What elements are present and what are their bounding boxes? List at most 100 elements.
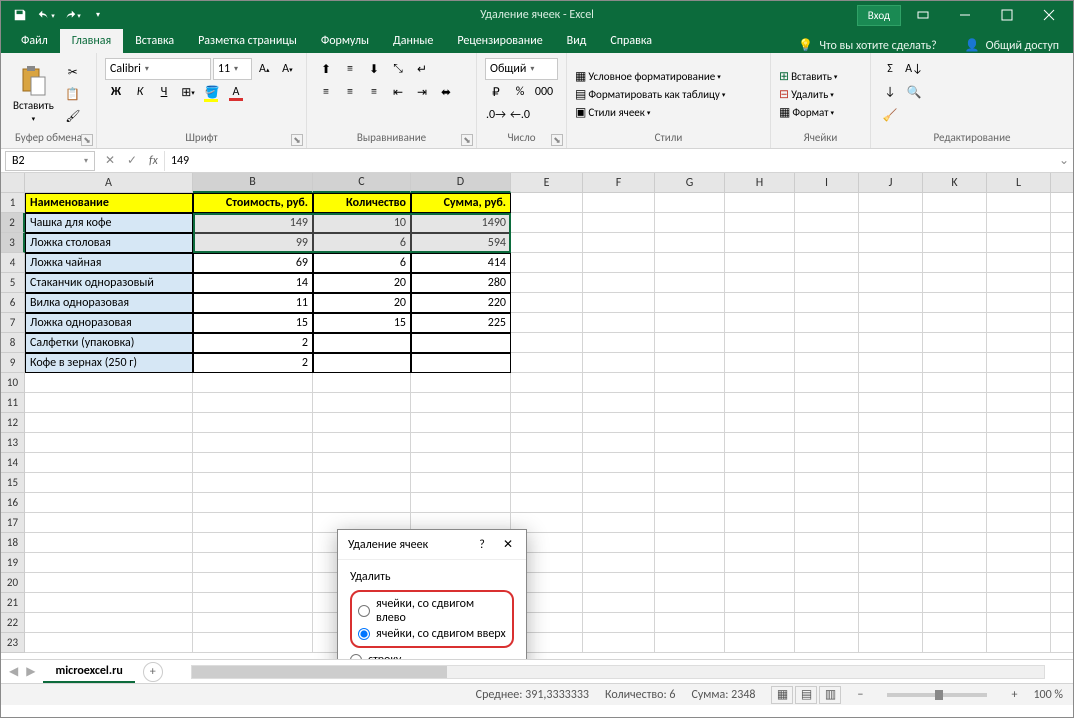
cell[interactable]: 149: [193, 213, 313, 233]
cell[interactable]: [923, 333, 987, 353]
column-header[interactable]: M: [1051, 173, 1073, 193]
cell[interactable]: [859, 633, 923, 653]
horizontal-scrollbar[interactable]: [191, 665, 1045, 679]
ribbon-options-icon[interactable]: [903, 1, 943, 29]
cell[interactable]: [511, 393, 583, 413]
cell[interactable]: [725, 333, 795, 353]
cell[interactable]: [583, 353, 655, 373]
cell[interactable]: [655, 233, 725, 253]
minimize-icon[interactable]: [945, 1, 985, 29]
cell[interactable]: [1051, 573, 1073, 593]
cell[interactable]: [795, 473, 859, 493]
maximize-icon[interactable]: [987, 1, 1027, 29]
dialog-close-icon[interactable]: ✕: [500, 537, 516, 553]
insert-cells-button[interactable]: ⊞Вставить▾: [779, 69, 862, 84]
row-header[interactable]: 4: [1, 253, 25, 273]
cell[interactable]: 280: [411, 273, 511, 293]
cell[interactable]: [25, 393, 193, 413]
align-left-icon[interactable]: ≡: [315, 81, 337, 103]
row-header[interactable]: 16: [1, 493, 25, 513]
cell[interactable]: [1051, 593, 1073, 613]
cell[interactable]: [583, 413, 655, 433]
cell[interactable]: [987, 213, 1051, 233]
cell[interactable]: [193, 493, 313, 513]
expand-formula-icon[interactable]: ⌄: [1055, 153, 1073, 168]
cell[interactable]: [583, 313, 655, 333]
cell[interactable]: [655, 613, 725, 633]
cell[interactable]: [655, 453, 725, 473]
cell[interactable]: [987, 473, 1051, 493]
cell[interactable]: [987, 633, 1051, 653]
cell[interactable]: [725, 593, 795, 613]
cell[interactable]: [795, 633, 859, 653]
cell[interactable]: [725, 573, 795, 593]
cell[interactable]: 11: [193, 293, 313, 313]
font-size-combo[interactable]: 11▾: [213, 58, 252, 80]
bold-button[interactable]: Ж: [105, 81, 127, 103]
add-sheet-icon[interactable]: +: [143, 662, 163, 682]
cell[interactable]: [987, 253, 1051, 273]
cell[interactable]: Салфетки (упаковка): [25, 333, 193, 353]
cell[interactable]: [795, 413, 859, 433]
cell[interactable]: [313, 373, 411, 393]
cell[interactable]: [987, 393, 1051, 413]
cell[interactable]: 99: [193, 233, 313, 253]
cell[interactable]: [193, 373, 313, 393]
decrease-indent-icon[interactable]: ⇤: [387, 81, 409, 103]
fill-icon[interactable]: ↓: [879, 81, 901, 103]
cell[interactable]: [795, 193, 859, 213]
cell[interactable]: [1051, 493, 1073, 513]
cell[interactable]: [583, 373, 655, 393]
cell[interactable]: [193, 613, 313, 633]
cell[interactable]: [725, 393, 795, 413]
cell[interactable]: [193, 453, 313, 473]
cell[interactable]: [313, 413, 411, 433]
format-table-button[interactable]: ▤Форматировать как таблицу▾: [575, 87, 762, 102]
cell[interactable]: [313, 493, 411, 513]
cell[interactable]: 10: [313, 213, 411, 233]
cell[interactable]: [923, 493, 987, 513]
radio-row[interactable]: строку: [350, 652, 514, 659]
cell[interactable]: [859, 313, 923, 333]
cell[interactable]: [193, 473, 313, 493]
help-icon[interactable]: ?: [474, 537, 490, 553]
cell[interactable]: [583, 193, 655, 213]
row-header[interactable]: 2: [1, 213, 25, 233]
cell[interactable]: [411, 433, 511, 453]
fx-icon[interactable]: fx: [143, 154, 164, 168]
cell[interactable]: [859, 273, 923, 293]
cell[interactable]: [987, 553, 1051, 573]
copy-icon[interactable]: 📋: [62, 83, 84, 105]
cut-icon[interactable]: ✂: [62, 61, 84, 83]
cell[interactable]: [655, 593, 725, 613]
row-header[interactable]: 11: [1, 393, 25, 413]
cell[interactable]: [987, 353, 1051, 373]
tell-me-search[interactable]: 💡 Что вы хотите сделать?: [784, 38, 950, 53]
select-all-corner[interactable]: [1, 173, 25, 193]
cell[interactable]: 6: [313, 253, 411, 273]
cell[interactable]: [411, 353, 511, 373]
cell[interactable]: [25, 473, 193, 493]
cell[interactable]: [25, 533, 193, 553]
cell[interactable]: [655, 473, 725, 493]
cell[interactable]: [25, 413, 193, 433]
wrap-text-icon[interactable]: ↵: [411, 58, 433, 80]
cell[interactable]: [313, 393, 411, 413]
cell[interactable]: [655, 353, 725, 373]
cell[interactable]: [1051, 353, 1073, 373]
cell[interactable]: [1051, 193, 1073, 213]
cell[interactable]: [795, 593, 859, 613]
cell[interactable]: [923, 593, 987, 613]
row-header[interactable]: 22: [1, 613, 25, 633]
sheet-tab[interactable]: microexcel.ru: [43, 661, 134, 683]
cell[interactable]: [411, 493, 511, 513]
cell[interactable]: [1051, 613, 1073, 633]
cell[interactable]: [923, 273, 987, 293]
zoom-slider[interactable]: [887, 693, 987, 697]
cell[interactable]: [655, 633, 725, 653]
column-header[interactable]: E: [511, 173, 583, 193]
cell[interactable]: [859, 393, 923, 413]
worksheet[interactable]: ABCDEFGHIJKLM 1НаименованиеСтоимость, ру…: [1, 173, 1073, 659]
undo-icon[interactable]: ▾: [35, 4, 57, 26]
cell[interactable]: [655, 193, 725, 213]
